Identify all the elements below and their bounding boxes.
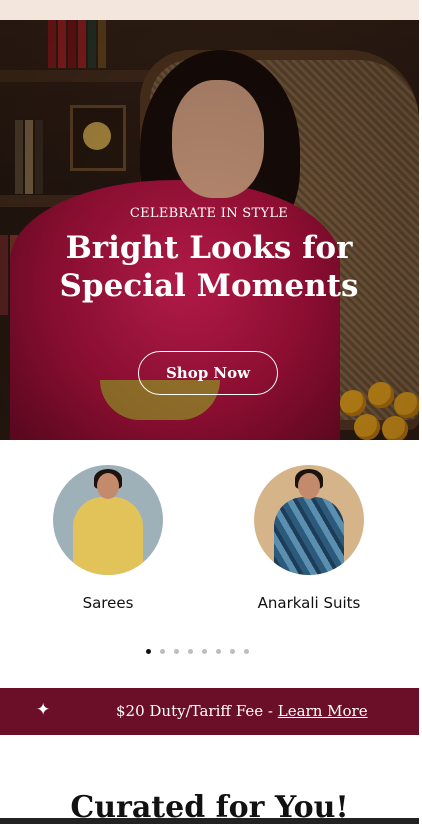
shop-now-button[interactable]: Shop Now [138,351,278,395]
hero-banner[interactable]: CELEBRATE IN STYLE Bright Looks for Spec… [0,20,419,440]
carousel-dot[interactable] [216,649,221,654]
top-bar [0,0,419,20]
saree-model-image[interactable] [53,465,163,575]
category-label[interactable]: Sarees [33,594,183,612]
category-sarees[interactable]: Sarees [33,465,183,612]
sparkle-icon: ✦ [36,700,51,719]
anarkali-figure-head [298,473,320,499]
learn-more-link[interactable]: Learn More [278,702,368,720]
hero-title-line1: Bright Looks for [65,230,353,266]
category-label[interactable]: Anarkali Suits [234,594,384,612]
announcement-text: $20 Duty/Tariff Fee - Learn More [116,702,368,720]
hero-eyebrow: CELEBRATE IN STYLE [129,206,289,221]
saree-figure [73,497,143,575]
category-anarkali-suits[interactable]: Anarkali Suits [234,465,384,612]
carousel-dot[interactable] [230,649,235,654]
saree-figure-head [97,473,119,499]
carousel-dot[interactable] [202,649,207,654]
carousel-dot[interactable] [146,649,151,654]
hero-title: Bright Looks for Special Moments [0,229,418,305]
carousel-dot[interactable] [174,649,179,654]
anarkali-model-image[interactable] [254,465,364,575]
anarkali-figure [274,497,344,575]
announcement-message: $20 Duty/Tariff Fee - [116,702,278,720]
bottom-browser-bar [0,818,419,824]
hero-text: CELEBRATE IN STYLE Bright Looks for Spec… [0,206,418,305]
announcement-bar: ✦ $20 Duty/Tariff Fee - Learn More [0,688,419,735]
carousel-dot[interactable] [188,649,193,654]
hero-title-line2: Special Moments [59,268,359,304]
carousel-dot[interactable] [244,649,249,654]
carousel-dot[interactable] [160,649,165,654]
carousel-dots [146,649,249,654]
